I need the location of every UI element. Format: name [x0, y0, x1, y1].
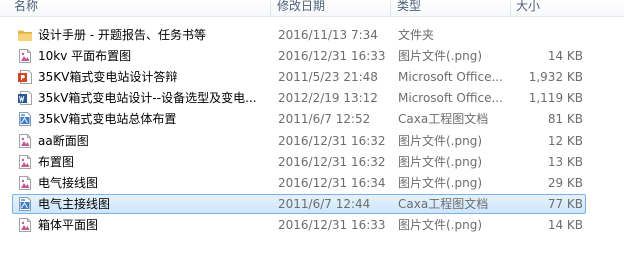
file-type: 图片文件(.png)	[398, 217, 483, 232]
column-header-bar: 名称 修改日期 类型 大小	[0, 0, 624, 17]
file-name: 35kV箱式变电站总体布置	[38, 112, 177, 127]
png-image-icon	[17, 217, 33, 233]
file-name: 设计手册 - 开题报告、任务书等	[38, 28, 206, 42]
file-type: Microsoft Office...	[398, 70, 503, 85]
powerpoint-icon	[17, 69, 33, 85]
file-row[interactable]: 35kV箱式变电站总体布置 2011/6/7 12:52 Caxa工程图文档 81 K…	[12, 109, 586, 129]
file-row[interactable]: 35kV箱式变电站设计--设备选型及变电... 2012/2/19 13:12 Mi…	[12, 88, 586, 108]
file-row[interactable]: 10kv 平面布置图 2016/12/31 16:33 图片文件(.png) 14 K…	[12, 46, 586, 66]
file-name: 35kV箱式变电站设计--设备选型及变电...	[38, 91, 257, 106]
file-modified-date: 2012/2/19 13:12	[278, 91, 378, 106]
file-modified-date: 2016/12/31 16:33	[278, 217, 386, 232]
caxa-icon	[17, 196, 33, 212]
file-row[interactable]: aa断面图 2016/12/31 16:32 图片文件(.png) 12 KB	[12, 131, 586, 151]
file-modified-date: 2016/12/31 16:32	[278, 154, 386, 169]
file-type: Microsoft Office...	[398, 91, 503, 106]
file-size: 77 KB	[547, 196, 583, 211]
png-image-icon	[17, 175, 33, 191]
file-type: 图片文件(.png)	[398, 133, 483, 148]
file-type: 图片文件(.png)	[398, 175, 483, 190]
file-modified-date: 2011/5/23 21:48	[278, 70, 378, 85]
file-size: 13 KB	[547, 154, 583, 169]
file-row[interactable]: 箱体平面图 2016/12/31 16:33 图片文件(.png) 14 KB	[12, 215, 586, 235]
folder-icon	[17, 27, 33, 43]
file-type: Caxa工程图文档	[398, 112, 489, 127]
png-image-icon	[17, 154, 33, 170]
file-type: 图片文件(.png)	[398, 49, 483, 64]
file-name: 箱体平面图	[38, 217, 99, 232]
file-type: 文件夹	[398, 28, 435, 42]
file-size: 1,932 KB	[528, 70, 583, 85]
file-size: 14 KB	[547, 217, 583, 232]
caxa-icon	[17, 111, 33, 127]
file-type: Caxa工程图文档	[398, 196, 489, 211]
file-type: 图片文件(.png)	[398, 154, 483, 169]
file-row[interactable]: 设计手册 - 开题报告、任务书等 2016/11/13 7:34 文件夹	[12, 25, 586, 45]
file-name: 35KV箱式变电站设计答辩	[38, 70, 178, 85]
column-divider[interactable]	[270, 0, 271, 16]
column-divider[interactable]	[510, 0, 511, 16]
file-name: aa断面图	[38, 133, 89, 148]
file-row[interactable]: 35KV箱式变电站设计答辩 2011/5/23 21:48 Microsoft Of…	[12, 67, 586, 87]
file-size: 81 KB	[547, 112, 583, 127]
file-size: 14 KB	[547, 49, 583, 64]
file-modified-date: 2011/6/7 12:52	[278, 112, 371, 127]
column-header-size[interactable]: 大小	[516, 0, 540, 16]
column-divider[interactable]	[390, 0, 391, 16]
column-header-date[interactable]: 修改日期	[277, 0, 325, 16]
png-image-icon	[17, 133, 33, 149]
file-size	[513, 26, 583, 44]
file-size: 1,119 KB	[528, 91, 583, 106]
file-row[interactable]: 电气接线图 2016/12/31 16:34 图片文件(.png) 29 KB	[12, 173, 586, 193]
column-header-name[interactable]: 名称	[14, 0, 38, 16]
file-row-selected[interactable]: 电气主接线图 2011/6/7 12:44 Caxa工程图文档 77 KB	[12, 193, 586, 214]
file-modified-date: 2011/6/7 12:44	[278, 196, 371, 211]
file-size: 12 KB	[547, 133, 583, 148]
file-name: 布置图	[38, 154, 75, 169]
file-name: 电气主接线图	[38, 196, 111, 211]
file-row[interactable]: 布置图 2016/12/31 16:32 图片文件(.png) 13 KB	[12, 152, 586, 172]
file-modified-date: 2016/11/13 7:34	[278, 28, 378, 42]
file-modified-date: 2016/12/31 16:33	[278, 49, 386, 64]
file-modified-date: 2016/12/31 16:34	[278, 175, 386, 190]
file-modified-date: 2016/12/31 16:32	[278, 133, 386, 148]
word-icon	[17, 90, 33, 106]
file-name: 10kv 平面布置图	[38, 49, 132, 64]
png-image-icon	[17, 48, 33, 64]
file-name: 电气接线图	[38, 175, 99, 190]
column-header-type[interactable]: 类型	[397, 0, 421, 16]
file-size: 29 KB	[547, 175, 583, 190]
